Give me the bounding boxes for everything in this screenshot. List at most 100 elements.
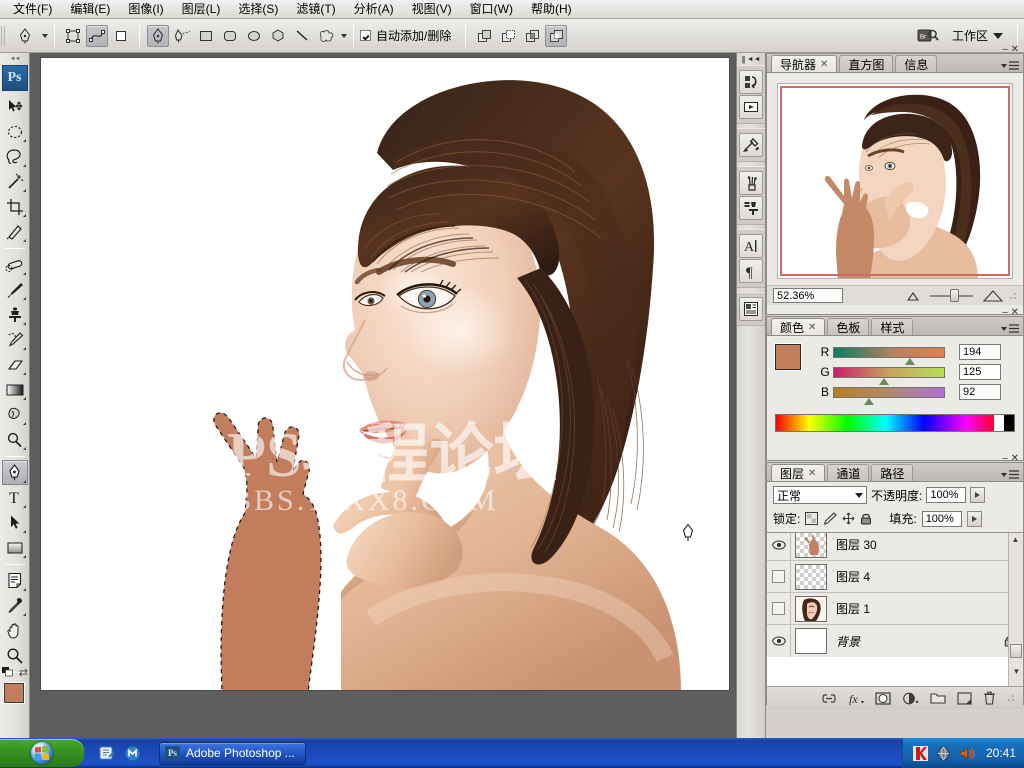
channel-slider-thumb-g[interactable]: [879, 377, 889, 385]
new-layer-icon[interactable]: [957, 691, 972, 705]
layer-thumbnail[interactable]: [795, 563, 827, 590]
slice-icon[interactable]: [2, 219, 28, 244]
dodge-icon[interactable]: [2, 427, 28, 452]
network-icon[interactable]: [936, 745, 952, 761]
document-canvas-area[interactable]: PS教程论坛 BBS.16XX8.COM: [31, 53, 735, 738]
resize-grip-icon[interactable]: [1009, 292, 1017, 300]
lock-transparency-icon[interactable]: [805, 512, 819, 525]
tab-styles[interactable]: 样式: [871, 318, 914, 335]
tab-navigator[interactable]: 导航器 ✕: [771, 55, 838, 72]
magic-wand-icon[interactable]: [2, 169, 28, 194]
zoom-percent-input[interactable]: 52.36%: [773, 288, 843, 303]
actions-panel-icon[interactable]: [739, 95, 763, 119]
fill-pixels-icon[interactable]: [110, 25, 132, 47]
layer-visibility-cell[interactable]: [767, 625, 791, 657]
zoom-slider[interactable]: [926, 289, 977, 303]
menu-layer[interactable]: 图层(L): [173, 0, 230, 19]
shape-layers-icon[interactable]: [62, 25, 84, 47]
taskbar-task-photoshop[interactable]: Ps Adobe Photoshop ...: [159, 741, 306, 765]
rounded-rect-icon[interactable]: [219, 25, 241, 47]
menu-filter[interactable]: 滤镜(T): [287, 0, 344, 19]
scroll-down-arrow[interactable]: ▼: [1010, 665, 1023, 678]
taskbar-clock[interactable]: 20:41: [986, 746, 1016, 760]
close-icon[interactable]: ✕: [808, 468, 816, 479]
clone-stamp-icon[interactable]: [2, 302, 28, 327]
layer-name[interactable]: 图层 30: [836, 536, 1023, 553]
link-layers-icon[interactable]: [821, 693, 837, 704]
lock-all-icon[interactable]: [860, 512, 872, 525]
pen-icon[interactable]: [147, 24, 169, 47]
layer-visibility-cell[interactable]: [767, 533, 791, 561]
pen-tool-preset-chevron-icon[interactable]: [42, 33, 48, 38]
scroll-thumb[interactable]: [1010, 644, 1022, 658]
default-colors-icon[interactable]: [2, 667, 14, 677]
eye-icon[interactable]: [771, 540, 786, 550]
adjustment-layer-icon[interactable]: [902, 692, 919, 705]
elliptical-marquee-icon[interactable]: [2, 119, 28, 144]
zoom-out-icon[interactable]: [906, 291, 920, 301]
fill-stepper[interactable]: [966, 510, 982, 527]
lock-image-icon[interactable]: [823, 512, 838, 525]
layers-panel-menu-icon[interactable]: [1001, 470, 1019, 479]
workspace-dropdown[interactable]: 工作区: [944, 25, 1011, 46]
notes-icon[interactable]: [2, 568, 28, 593]
path-selection-icon[interactable]: [2, 510, 28, 535]
layer-list-scrollbar[interactable]: ▲ ▼: [1008, 533, 1023, 686]
pen-tool-icon[interactable]: [12, 25, 38, 47]
lasso-icon[interactable]: [2, 144, 28, 169]
line-icon[interactable]: [291, 25, 313, 47]
brush-icon[interactable]: [2, 277, 28, 302]
menu-image[interactable]: 图像(I): [119, 0, 172, 19]
layer-name[interactable]: 图层 1: [836, 600, 1023, 617]
channel-slider-r[interactable]: [833, 346, 945, 365]
tools-panel-collapse-handle[interactable]: [0, 53, 29, 65]
navigator-panel-menu-icon[interactable]: [1001, 61, 1019, 70]
custom-shape-chevron-icon[interactable]: [341, 33, 347, 38]
menu-analysis[interactable]: 分析(A): [345, 0, 403, 19]
layer-thumbnail[interactable]: [795, 595, 827, 622]
layer-thumbnail[interactable]: [795, 628, 827, 654]
channel-value-g[interactable]: 125: [959, 364, 1001, 380]
panel-minimize-close[interactable]: – ✕: [1002, 44, 1019, 55]
color-panel-menu-icon[interactable]: [1001, 324, 1019, 333]
close-icon[interactable]: ✕: [808, 322, 816, 333]
menu-select[interactable]: 选择(S): [229, 0, 287, 19]
brushes-panel-icon[interactable]: [739, 171, 763, 195]
panel-minimize-close[interactable]: – ✕: [1002, 453, 1019, 464]
layer-comps-panel-icon[interactable]: [739, 297, 763, 321]
add-layer-mask-icon[interactable]: [875, 691, 891, 705]
tab-paths[interactable]: 路径: [871, 464, 914, 481]
tab-histogram[interactable]: 直方图: [839, 55, 894, 72]
pen-tool[interactable]: [1, 460, 28, 485]
table-row[interactable]: 图层 30: [767, 533, 1023, 561]
scroll-up-arrow[interactable]: ▲: [1009, 533, 1022, 546]
resize-grip-icon[interactable]: [1007, 694, 1015, 702]
opacity-input[interactable]: 100%: [926, 487, 967, 503]
channel-value-b[interactable]: 92: [959, 384, 1001, 400]
blend-mode-select[interactable]: 正常: [773, 486, 867, 504]
layer-visibility-cell[interactable]: [767, 592, 791, 625]
tool-presets-panel-icon[interactable]: [739, 133, 763, 157]
color-spectrum-ramp[interactable]: [775, 414, 1015, 432]
zoom-in-icon[interactable]: [983, 289, 1003, 302]
color-panel-foreground-swatch[interactable]: [775, 344, 801, 370]
lock-position-icon[interactable]: [842, 512, 855, 525]
tab-color[interactable]: 颜色 ✕: [771, 318, 826, 335]
custom-shape-icon[interactable]: [315, 25, 337, 47]
intersect-shape-icon[interactable]: [521, 25, 543, 47]
options-bar-grip[interactable]: [1, 19, 11, 52]
table-row[interactable]: 背景: [767, 625, 1023, 657]
exclude-shape-icon[interactable]: [545, 24, 568, 47]
show-desktop-icon[interactable]: [98, 744, 116, 762]
tab-info[interactable]: 信息: [895, 55, 938, 72]
table-row[interactable]: 图层 1: [767, 592, 1023, 625]
menu-help[interactable]: 帮助(H): [522, 0, 581, 19]
menu-view[interactable]: 视图(V): [403, 0, 461, 19]
paragraph-panel-icon[interactable]: ¶: [739, 259, 763, 283]
move-tool[interactable]: [2, 94, 28, 119]
rectangle-shape-icon[interactable]: [2, 535, 28, 560]
channel-slider-b[interactable]: [833, 386, 945, 405]
layer-list[interactable]: 图层 33 图层 30 图层 4: [767, 532, 1023, 686]
channel-slider-thumb-r[interactable]: [905, 357, 915, 365]
menu-file[interactable]: 文件(F): [4, 0, 61, 19]
